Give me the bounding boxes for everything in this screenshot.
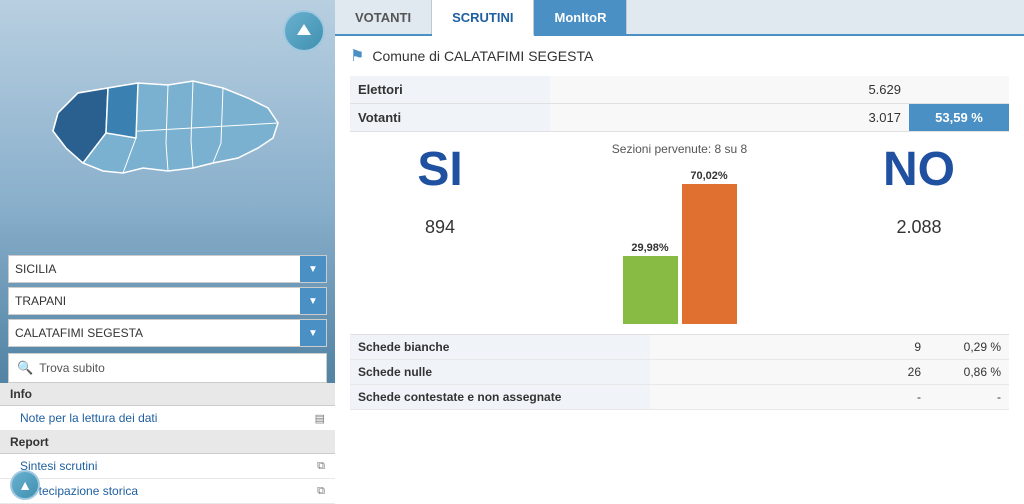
elettori-label: Elettori (350, 76, 550, 104)
schede-nulle-row: Schede nulle 26 0,86 % (350, 360, 1009, 385)
report-section-header: Report (0, 431, 335, 454)
schede-contestate-value: - (650, 385, 929, 410)
dropdown-sicilia-label: SICILIA (15, 262, 56, 276)
chart-area: Sezioni pervenute: 8 su 8 29,98% 70,02% (530, 142, 829, 324)
si-percent-label: 29,98% (631, 242, 668, 254)
bar-no-wrapper: 70,02% (682, 170, 737, 324)
search-bar: 🔍 Trova subito (0, 353, 335, 383)
schede-contestate-label: Schede contestate e non assegnate (350, 385, 650, 410)
dropdown-trapani-label: TRAPANI (15, 294, 66, 308)
bar-si-wrapper: 29,98% (623, 242, 678, 324)
info-section-header: Info (0, 383, 335, 406)
tab-monitor-label: MonItoR (554, 10, 606, 25)
schede-nulle-value: 26 (650, 360, 929, 385)
left-panel: SICILIA ▼ TRAPANI ▼ CALATAFIMI SEGESTA ▼… (0, 0, 335, 504)
si-bar (623, 256, 678, 324)
tab-bar: VOTANTI SCRUTINI MonItoR (335, 0, 1024, 36)
doc-icon: ▤ (315, 412, 325, 425)
votanti-percent: 53,59 % (909, 104, 1009, 132)
location-name: CALATAFIMI SEGESTA (444, 48, 593, 64)
location-header: ⚑ Comune di CALATAFIMI SEGESTA (350, 46, 1009, 66)
dropdown-sicilia[interactable]: SICILIA ▼ (8, 255, 327, 283)
map-area (0, 0, 335, 255)
flag-icon: ⚑ (350, 46, 364, 66)
no-label: NO (883, 142, 955, 197)
dropdown-sicilia-arrow: ▼ (300, 256, 326, 282)
search-label: Trova subito (39, 361, 105, 375)
sidebar-item-partecipazione[interactable]: Partecipazione storica ⧉ (0, 479, 335, 504)
si-count: 894 (425, 217, 455, 238)
location-prefix: Comune di (372, 48, 440, 64)
sidebar-item-note[interactable]: Note per la lettura dei dati ▤ (0, 406, 335, 431)
tab-scrutini-label: SCRUTINI (452, 10, 513, 25)
dropdowns: SICILIA ▼ TRAPANI ▼ CALATAFIMI SEGESTA ▼ (0, 255, 335, 347)
sidebar-menu: Info Note per la lettura dei dati ▤ Repo… (0, 383, 335, 504)
tab-monitor[interactable]: MonItoR (534, 0, 627, 34)
sezioni-label: Sezioni pervenute: 8 su 8 (612, 142, 747, 156)
no-count: 2.088 (896, 217, 941, 238)
dropdown-trapani[interactable]: TRAPANI ▼ (8, 287, 327, 315)
stats-table: Elettori 5.629 Votanti 3.017 53,59 % (350, 76, 1009, 132)
tab-scrutini[interactable]: SCRUTINI (432, 0, 534, 36)
page-icon-1: ⧉ (317, 460, 325, 473)
schede-nulle-percent: 0,86 % (929, 360, 1009, 385)
schede-contestate-percent: - (929, 385, 1009, 410)
vote-section: SI 894 Sezioni pervenute: 8 su 8 29,98% … (350, 142, 1009, 324)
votanti-label: Votanti (350, 104, 550, 132)
vote-si-block: SI 894 (350, 142, 530, 238)
sidebar-item-sintesi[interactable]: Sintesi scrutini ⧉ (0, 454, 335, 479)
note-label: Note per la lettura dei dati (20, 411, 157, 425)
dropdown-comune-label: CALATAFIMI SEGESTA (15, 326, 143, 340)
bar-chart: 29,98% 70,02% (623, 164, 737, 324)
search-icon: 🔍 (17, 360, 33, 376)
si-label: SI (417, 142, 462, 197)
sicily-map (28, 53, 308, 203)
schede-bianche-value: 9 (650, 335, 929, 360)
bottom-stats: Schede bianche 9 0,29 % Schede nulle 26 … (350, 334, 1009, 410)
dropdown-comune-arrow: ▼ (300, 320, 326, 346)
dropdown-trapani-arrow: ▼ (300, 288, 326, 314)
elettori-value: 5.629 (550, 76, 909, 104)
elettori-row: Elettori 5.629 (350, 76, 1009, 104)
dropdown-comune[interactable]: CALATAFIMI SEGESTA ▼ (8, 319, 327, 347)
page-icon-2: ⧉ (317, 485, 325, 498)
search-input[interactable]: 🔍 Trova subito (8, 353, 327, 383)
right-panel: VOTANTI SCRUTINI MonItoR ⚑ Comune di CAL… (335, 0, 1024, 504)
votanti-row: Votanti 3.017 53,59 % (350, 104, 1009, 132)
schede-table: Schede bianche 9 0,29 % Schede nulle 26 … (350, 335, 1009, 410)
main-content: ⚑ Comune di CALATAFIMI SEGESTA Elettori … (335, 36, 1024, 504)
vote-no-block: NO 2.088 (829, 142, 1009, 238)
schede-bianche-row: Schede bianche 9 0,29 % (350, 335, 1009, 360)
votanti-value: 3.017 (550, 104, 909, 132)
schede-bianche-label: Schede bianche (350, 335, 650, 360)
schede-bianche-percent: 0,29 % (929, 335, 1009, 360)
schede-nulle-label: Schede nulle (350, 360, 650, 385)
schede-contestate-row: Schede contestate e non assegnate - - (350, 385, 1009, 410)
no-percent-label: 70,02% (690, 170, 727, 182)
no-bar (682, 184, 737, 324)
tab-votanti-label: VOTANTI (355, 10, 411, 25)
tab-votanti[interactable]: VOTANTI (335, 0, 432, 34)
bottom-nav-arrow[interactable]: ▲ (10, 470, 40, 500)
